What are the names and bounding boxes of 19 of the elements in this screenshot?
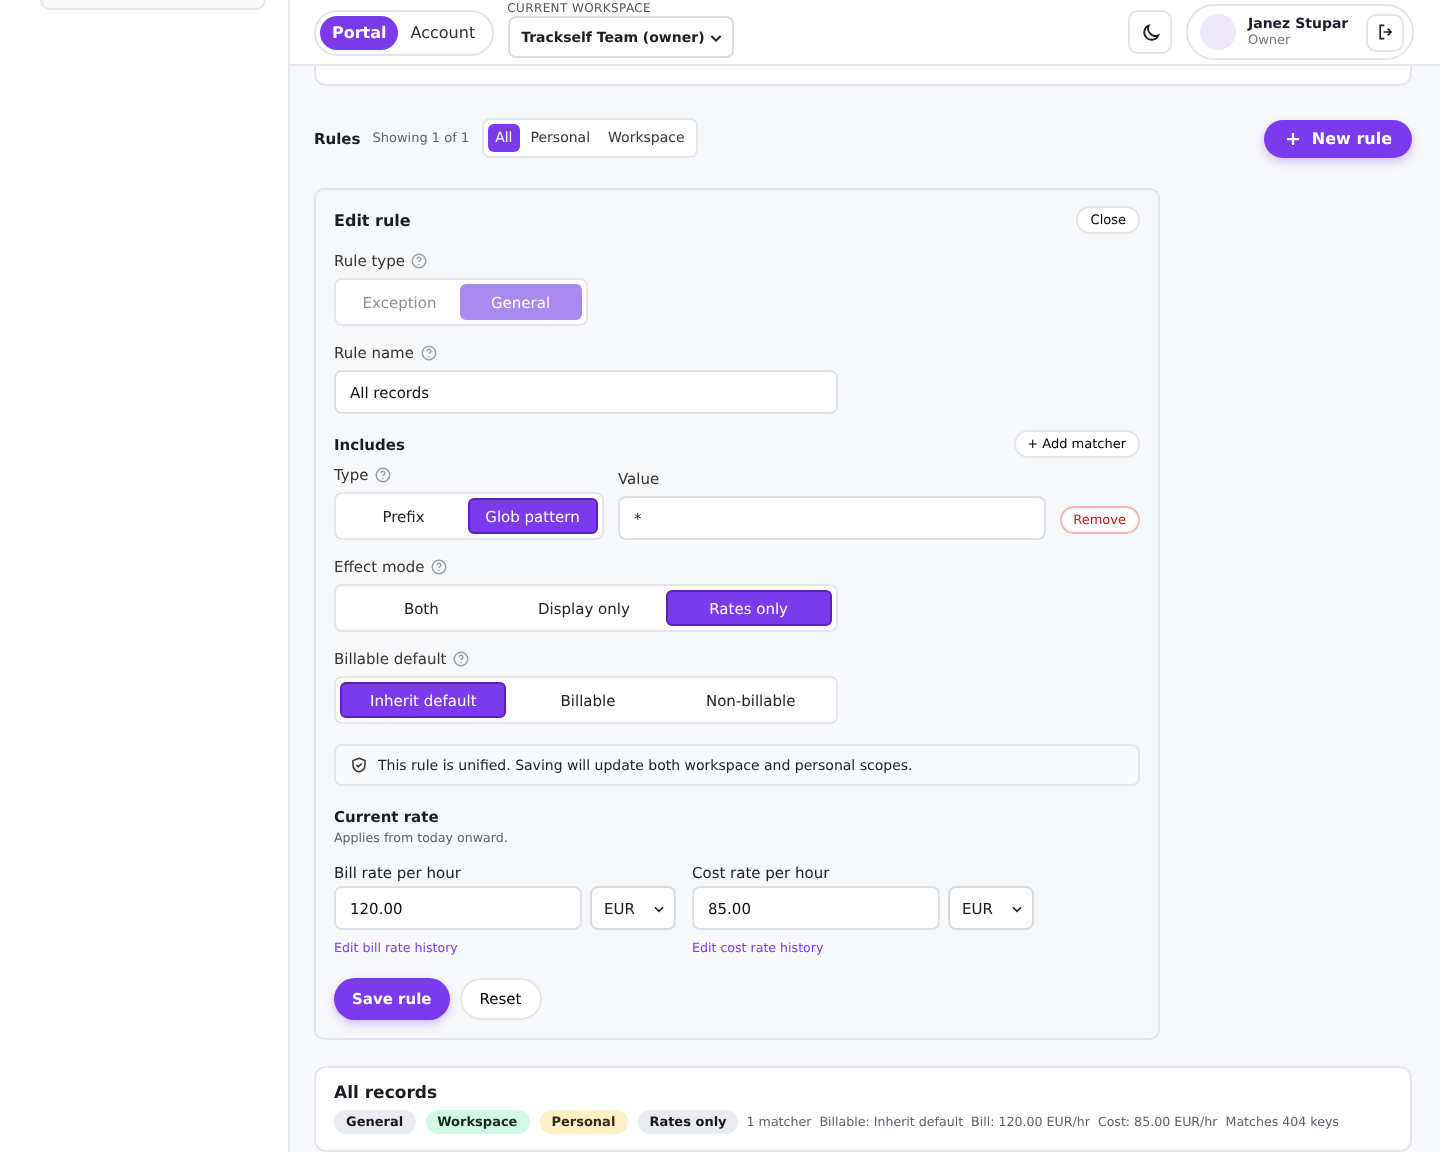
help-icon — [452, 650, 471, 668]
plus-icon — [1283, 129, 1302, 147]
shield-icon — [350, 756, 368, 774]
chevron-icon — [1010, 901, 1024, 915]
avatar — [1200, 14, 1236, 50]
view-tab[interactable]: Portal — [320, 15, 399, 49]
logout-icon — [1375, 22, 1395, 42]
chevron-icon — [652, 901, 666, 915]
help-icon — [419, 344, 438, 362]
moon-icon — [1139, 21, 1161, 43]
help-icon — [374, 466, 393, 484]
help-icon — [430, 558, 449, 576]
help-icon — [410, 252, 429, 270]
rule-title: All records — [334, 1084, 440, 1104]
new-rule-button[interactable]: New rule — [1263, 119, 1412, 157]
view-tab[interactable]: Account — [398, 15, 488, 49]
logout-button[interactable] — [1366, 13, 1404, 51]
panel-title: Edit rule — [334, 211, 411, 229]
theme-button[interactable] — [1128, 10, 1172, 54]
